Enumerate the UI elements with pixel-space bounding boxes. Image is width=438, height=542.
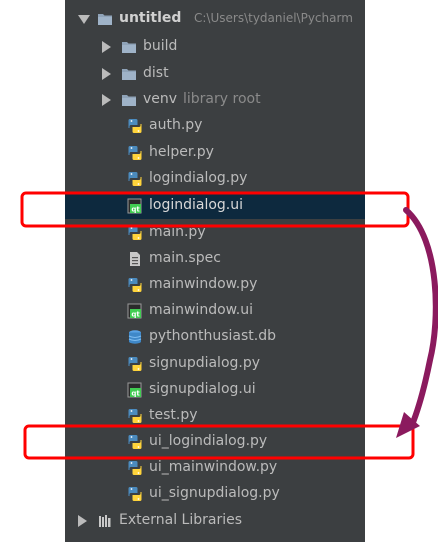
file-label: signupdialog.ui [149, 381, 256, 397]
project-name: untitled [119, 10, 182, 26]
tree-item-venv[interactable]: venv library root [65, 87, 365, 113]
library-root-note: library root [183, 91, 261, 107]
file-item[interactable]: auth.py [65, 113, 365, 139]
folder-icon [122, 95, 136, 106]
chevron-down-icon[interactable] [78, 15, 90, 24]
file-label: ui_signupdialog.py [149, 485, 280, 501]
file-label: test.py [149, 407, 198, 423]
file-label: helper.py [149, 144, 214, 160]
file-label: logindialog.py [149, 170, 248, 186]
qt-ui-file-icon [127, 303, 142, 319]
file-item[interactable]: signupdialog.ui [65, 377, 365, 403]
chevron-right-icon[interactable] [102, 41, 111, 53]
file-item[interactable]: ui_logindialog.py [65, 429, 365, 455]
file-label: auth.py [149, 117, 203, 133]
file-item[interactable]: ui_signupdialog.py [65, 481, 365, 507]
python-file-icon [128, 278, 142, 292]
file-label: mainwindow.py [149, 276, 258, 292]
file-label: ui_logindialog.py [149, 433, 268, 449]
file-label: main.spec [149, 250, 221, 266]
folder-icon [122, 42, 136, 53]
file-label: logindialog.ui [149, 197, 244, 213]
qt-ui-file-icon [127, 382, 142, 398]
curved-arrow-head [396, 412, 420, 438]
python-file-icon [128, 172, 142, 186]
file-item[interactable]: ui_mainwindow.py [65, 455, 365, 481]
tree-item-project-root[interactable]: untitled C:\Users\tydaniel\Pycharm [65, 6, 365, 32]
python-file-icon [128, 119, 142, 133]
project-tree-panel: untitled C:\Users\tydaniel\Pycharm build… [65, 0, 365, 542]
tree-item-external-libraries[interactable]: External Libraries [65, 508, 365, 534]
file-item[interactable]: signupdialog.py [65, 351, 365, 377]
folder-icon [98, 14, 112, 25]
file-label: signupdialog.py [149, 355, 261, 371]
file-item[interactable]: main.py [65, 220, 365, 246]
folder-label: venv [143, 91, 178, 107]
file-item[interactable]: pythonthusiast.db [65, 324, 365, 350]
file-label: pythonthusiast.db [149, 328, 276, 344]
folder-label: build [143, 38, 178, 54]
external-libraries-label: External Libraries [119, 512, 242, 528]
file-item[interactable]: helper.py [65, 140, 365, 166]
folder-label: dist [143, 65, 169, 81]
file-item[interactable]: mainwindow.ui [65, 298, 365, 324]
python-file-icon [128, 357, 142, 371]
file-item[interactable]: mainwindow.py [65, 272, 365, 298]
python-file-icon [128, 146, 142, 160]
text-file-icon [130, 252, 140, 266]
chevron-right-icon[interactable] [78, 515, 87, 527]
project-path: C:\Users\tydaniel\Pycharm [194, 11, 353, 25]
file-item[interactable]: main.spec [65, 246, 365, 272]
file-label: mainwindow.ui [149, 302, 254, 318]
file-label: ui_mainwindow.py [149, 459, 278, 475]
chevron-right-icon[interactable] [102, 68, 111, 80]
file-item[interactable]: test.py [65, 403, 365, 429]
python-file-icon [128, 487, 142, 501]
qt-ui-file-icon [127, 198, 142, 214]
curved-arrow-shaft [403, 207, 438, 428]
file-item-selected[interactable]: logindialog.ui [65, 193, 365, 219]
python-file-icon [128, 461, 142, 475]
database-icon [128, 329, 142, 345]
libraries-icon [99, 515, 111, 527]
file-item[interactable]: logindialog.py [65, 166, 365, 192]
python-file-icon [128, 409, 142, 423]
tree-item-build[interactable]: build [65, 34, 365, 60]
python-file-icon [128, 226, 142, 240]
chevron-right-icon[interactable] [102, 94, 111, 106]
folder-icon [122, 69, 136, 80]
file-label: main.py [149, 224, 206, 240]
tree-item-dist[interactable]: dist [65, 61, 365, 87]
python-file-icon [128, 435, 142, 449]
